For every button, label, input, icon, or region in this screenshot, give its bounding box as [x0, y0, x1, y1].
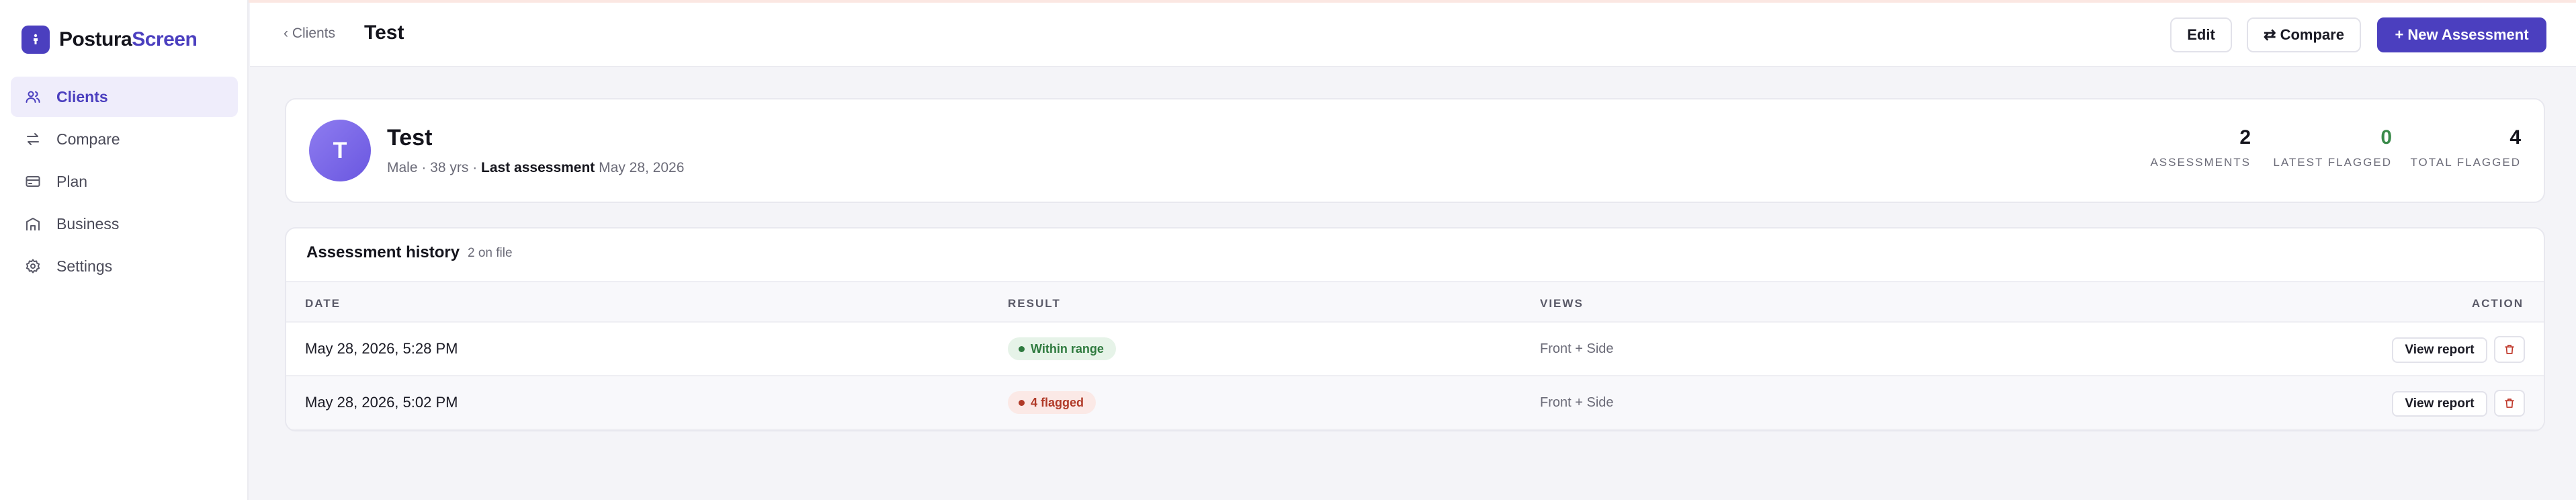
table-row: May 28, 2026, 5:02 PM 4 flagged Front + … [286, 376, 2544, 430]
compare-button[interactable]: ⇄ Compare [2247, 17, 2361, 52]
status-label: 4 flagged [1031, 395, 1084, 409]
view-report-button[interactable]: View report [2392, 391, 2487, 417]
status-label: Within range [1031, 341, 1104, 356]
view-report-button[interactable]: View report [2392, 337, 2487, 363]
page-title: Test [364, 22, 404, 44]
brand-name-part1: Postura [59, 28, 132, 50]
sidebar-item-clients[interactable]: Clients [11, 77, 238, 117]
back-to-clients-link[interactable]: ‹ Clients [284, 26, 335, 42]
last-assessment-label: Last assessment [481, 160, 595, 175]
building-icon [24, 215, 42, 233]
sidebar-nav: Clients Compare Plan Business Settings [11, 77, 238, 288]
status-dot-icon [1019, 345, 1025, 352]
edit-button[interactable]: Edit [2170, 17, 2232, 52]
stat-latest-flagged: 0 LATEST FLAGGED [2273, 126, 2392, 169]
sidebar-item-plan[interactable]: Plan [11, 161, 238, 202]
stat-assessments: 2 ASSESSMENTS [2150, 126, 2251, 169]
status-badge: Within range [1008, 337, 1116, 360]
table-row: May 28, 2026, 5:28 PM Within range Front… [286, 323, 2544, 376]
gear-icon [24, 257, 42, 275]
stat-label: TOTAL FLAGGED [2410, 156, 2521, 169]
last-assessment-date: May 28, 2026 [599, 160, 685, 175]
client-meta: Male · 38 yrs · Last assessment May 28, … [387, 160, 684, 176]
stat-value: 2 [2239, 126, 2251, 149]
page-header: ‹ Clients Test Edit ⇄ Compare + New Asse… [250, 3, 2576, 67]
stat-value: 0 [2380, 126, 2392, 149]
row-views: Front + Side [1540, 395, 1614, 410]
sidebar-item-settings[interactable]: Settings [11, 246, 238, 286]
avatar: T [309, 120, 371, 181]
trash-icon [2505, 345, 2514, 354]
credit-card-icon [24, 173, 42, 190]
client-name: Test [387, 125, 433, 151]
column-header-date: DATE [305, 297, 341, 310]
client-summary-card: T Test Male · 38 yrs · Last assessment M… [285, 98, 2545, 203]
sidebar-item-label: Business [56, 214, 120, 233]
history-title: Assessment history [306, 243, 460, 261]
brand-name-part2: Screen [132, 28, 198, 50]
brand-logo-icon [22, 26, 50, 54]
brand[interactable]: PosturaScreen [22, 26, 198, 54]
delete-button[interactable] [2494, 390, 2525, 417]
row-date: May 28, 2026, 5:02 PM [305, 394, 458, 411]
column-header-views: VIEWS [1540, 297, 1584, 310]
trash-icon [2505, 399, 2514, 408]
stat-total-flagged: 4 TOTAL FLAGGED [2410, 126, 2521, 169]
client-demographics: Male · 38 yrs · [387, 160, 482, 175]
stat-value: 4 [2509, 126, 2521, 149]
users-icon [24, 88, 42, 106]
assessment-history-card: Assessment history 2 on file DATE RESULT… [285, 227, 2545, 431]
status-dot-icon [1019, 399, 1025, 406]
sidebar-item-business[interactable]: Business [11, 204, 238, 244]
sidebar-item-label: Compare [56, 130, 120, 148]
delete-button[interactable] [2494, 336, 2525, 363]
stat-label: LATEST FLAGGED [2273, 156, 2392, 169]
row-date: May 28, 2026, 5:28 PM [305, 340, 458, 357]
column-header-action: ACTION [2471, 297, 2524, 310]
status-badge: 4 flagged [1008, 391, 1097, 414]
sidebar-item-label: Settings [56, 257, 113, 275]
history-count: 2 on file [468, 246, 513, 260]
sidebar: PosturaScreen Clients Compare Plan Busin… [0, 0, 249, 500]
sidebar-item-label: Plan [56, 172, 88, 190]
sidebar-item-compare[interactable]: Compare [11, 119, 238, 159]
new-assessment-button[interactable]: + New Assessment [2377, 17, 2546, 52]
stat-label: ASSESSMENTS [2150, 156, 2251, 169]
column-header-result: RESULT [1008, 297, 1061, 310]
table-header: DATE RESULT VIEWS ACTION [286, 281, 2544, 323]
arrows-swap-icon [24, 130, 42, 148]
sidebar-item-label: Clients [56, 87, 108, 106]
brand-name: PosturaScreen [59, 28, 198, 51]
row-views: Front + Side [1540, 341, 1614, 356]
